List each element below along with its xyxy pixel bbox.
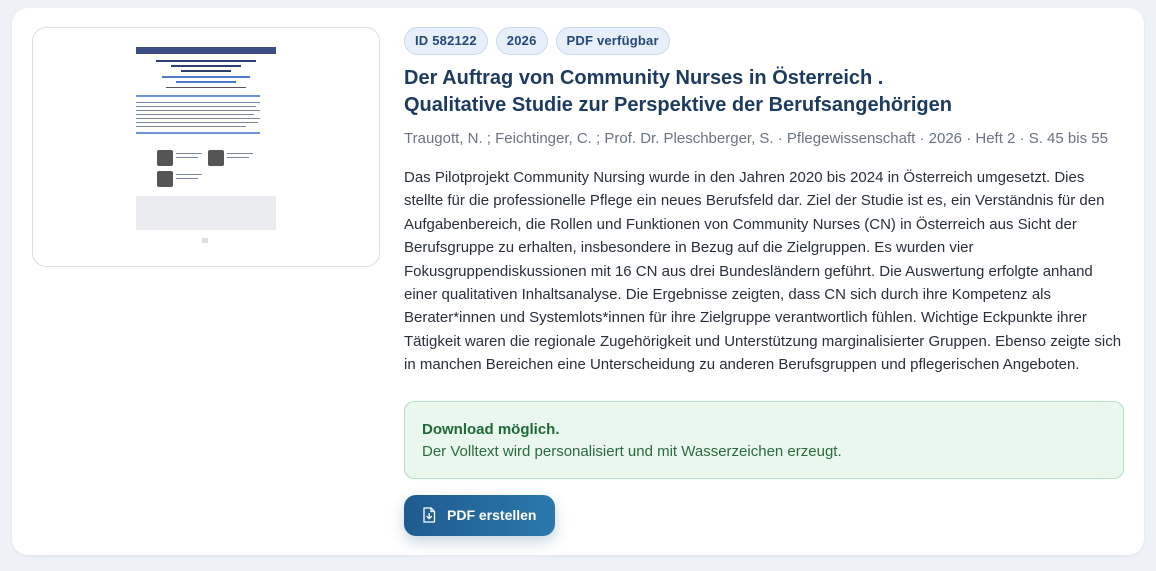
page-text-line [136,114,254,115]
page-rule [136,132,260,134]
page-text-line [176,178,198,179]
article-title-line-1: Der Auftrag von Community Nurses in Öste… [404,67,884,89]
article-card: ID 582122 2026 PDF verfügbar Der Auftrag… [12,8,1144,555]
page-title-line [156,60,256,62]
file-download-icon [423,507,436,523]
page-text-line [227,157,249,158]
page-title-line [181,70,231,72]
article-meta: Traugott, N. ; Feichtinger, C. ; Prof. D… [404,130,1108,147]
create-pdf-button[interactable]: PDF erstellen [404,495,555,536]
page-text-line [176,174,202,175]
author-photo [157,171,173,187]
page-number-marker [202,238,208,243]
notice-text: Der Volltext wird personalisiert und mit… [422,443,842,460]
pdf-thumbnail[interactable] [32,27,380,267]
article-abstract: Das Pilotprojekt Community Nursing wurde… [404,169,1122,374]
article-title-line-2: Qualitative Studie zur Perspektive der B… [404,94,952,116]
page-text-line [227,153,253,154]
page-text-line [176,153,202,154]
page-subtitle-line [176,81,236,83]
badge-row: ID 582122 2026 PDF verfügbar [404,27,670,55]
author-photo [157,150,173,166]
page-text-line [136,126,246,127]
create-pdf-label: PDF erstellen [447,507,537,523]
download-notice: Download möglich. Der Volltext wird pers… [404,401,1124,479]
notice-title: Download möglich. [422,421,560,438]
page-footer [136,196,276,230]
page-text-line [176,157,198,158]
page-text-line [136,122,258,123]
page-authors-line [166,87,246,88]
page-title-line [171,65,241,67]
page-rule [136,95,260,97]
page-text-line [136,106,256,107]
page-text-line [136,118,260,119]
page-text-line [136,110,260,111]
id-badge: ID 582122 [404,27,488,55]
author-photo [208,150,224,166]
article-title: Der Auftrag von Community Nurses in Öste… [404,65,1124,119]
year-badge: 2026 [495,27,548,55]
page-text-line [136,102,260,103]
page-subtitle-line [162,76,250,78]
page-header-bar [136,47,276,54]
pdf-available-badge: PDF verfügbar [555,27,670,55]
pdf-page-preview [136,47,276,233]
